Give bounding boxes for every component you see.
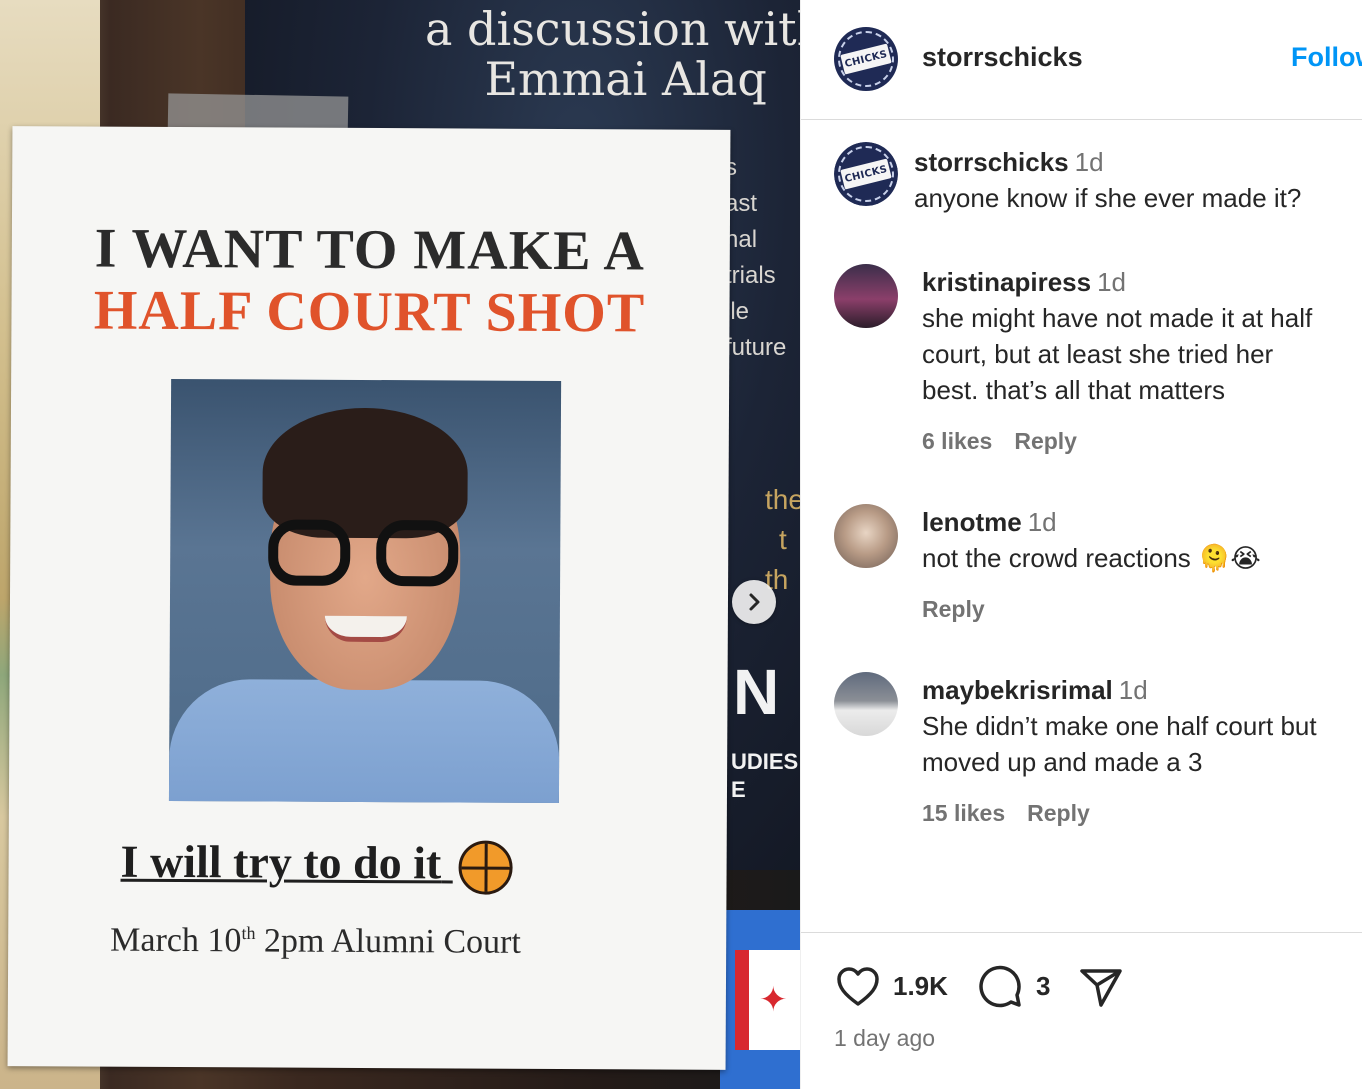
flyer-date-suffix: th [241, 923, 256, 944]
maple-leaf-icon: ✦ [759, 981, 788, 1019]
comment-header: maybekrisrimal 1d [922, 672, 1148, 708]
comment-text: not the crowd reactions 🫠😭 [922, 543, 1261, 573]
post-image[interactable]: a discussion with Emmai Alaq s ast nal t… [0, 0, 800, 1089]
heart-icon[interactable] [834, 963, 882, 1011]
poster-gold-text: the t th [765, 480, 800, 600]
comment-text: She didn’t make one half court but [922, 711, 1317, 741]
flyer-date-line: March 10th 2pm Alumni Court [110, 922, 521, 962]
comment-time[interactable]: 1d [1119, 675, 1148, 705]
flyer-heading-line2: HALF COURT SHOT [93, 279, 646, 345]
comment-text: anyone know if she ever made it? [914, 183, 1302, 213]
poster-side-line: trials [725, 262, 776, 289]
likes-count[interactable]: 1.9K [893, 971, 948, 1002]
post-sidebar: CHICKS storrschicks Follow CHICKS storrs… [800, 0, 1362, 1089]
comment-body: storrschicks 1d [914, 144, 1104, 180]
post-timestamp[interactable]: 1 day ago [834, 1025, 935, 1052]
comment-text: moved up and made a 3 [922, 747, 1203, 777]
poster-side-line: nal [725, 226, 758, 253]
post-actions-footer: 1.9K 3 1 day ago [801, 932, 1362, 1089]
reply-button[interactable]: Reply [922, 596, 985, 622]
comment-header: lenotme 1d [922, 504, 1057, 540]
poster-footer-text: UDIES E [731, 748, 798, 804]
flyer-try-line: I will try to do it [120, 835, 513, 896]
poster-side-text: s ast nal trials ile future [725, 150, 786, 366]
poster-side-line: s [725, 154, 737, 181]
comment-username[interactable]: storrschicks [914, 147, 1069, 177]
avatar[interactable]: CHICKS [834, 142, 898, 206]
comment-username[interactable]: kristinapiress [922, 267, 1091, 297]
basketball-icon [458, 840, 513, 896]
portrait-shirt [168, 678, 560, 803]
avatar[interactable]: CHICKS [834, 27, 898, 91]
comment-username[interactable]: maybekrisrimal [922, 675, 1113, 705]
comment-username[interactable]: lenotme [922, 507, 1022, 537]
comments-count[interactable]: 3 [1036, 971, 1050, 1002]
comment-actions: Reply [922, 596, 985, 623]
avatar-logo: CHICKS [834, 142, 898, 206]
poster-headline-line2: Emmai Alaq [484, 52, 767, 106]
poster-gold-line: t [779, 524, 787, 555]
comment-text: best. that’s all that matters [922, 375, 1225, 405]
poster-big-letters: N [733, 656, 780, 728]
comment-actions: 6 likes Reply [922, 428, 1077, 455]
portrait-glasses-left [268, 519, 351, 586]
comment-text: she might have not made it at half [922, 303, 1313, 333]
comment-likes[interactable]: 6 likes [922, 428, 992, 454]
follow-button[interactable]: Follow [1291, 42, 1362, 73]
avatar[interactable] [834, 504, 898, 568]
flyer-time-location: 2pm Alumni Court [255, 922, 521, 961]
poster-footer-line: UDIES [731, 749, 799, 774]
comment-time[interactable]: 1d [1075, 147, 1104, 177]
poster-gold-line: the [765, 484, 800, 515]
comment-icon[interactable] [976, 963, 1024, 1011]
comment-actions: 15 likes Reply [922, 800, 1090, 827]
flyer-portrait-photo [168, 378, 562, 803]
poster-headline-line1: a discussion with [425, 2, 800, 56]
comment-text: court, but at least she tried her [922, 339, 1274, 369]
reply-button[interactable]: Reply [1027, 800, 1090, 826]
flyer: I WANT TO MAKE A HALF COURT SHOT I will … [7, 126, 731, 1070]
post-header: CHICKS storrschicks Follow [801, 0, 1362, 120]
comment-likes[interactable]: 15 likes [922, 800, 1005, 826]
header-username[interactable]: storrschicks [922, 42, 1083, 73]
canada-flag: ✦ [735, 950, 800, 1050]
poster-side-line: ile [725, 298, 750, 325]
comment-header: kristinapiress 1d [922, 264, 1126, 300]
share-icon[interactable] [1077, 963, 1125, 1011]
portrait-glasses-right [376, 520, 459, 587]
poster-footer-line: E [731, 777, 746, 802]
comment-time[interactable]: 1d [1028, 507, 1057, 537]
comment-time[interactable]: 1d [1097, 267, 1126, 297]
reply-button[interactable]: Reply [1014, 428, 1077, 454]
chevron-right-icon [749, 593, 760, 611]
poster-side-line: future [725, 334, 787, 361]
poster-side-line: ast [725, 190, 758, 217]
avatar[interactable] [834, 264, 898, 328]
flyer-date: March 10 [110, 921, 242, 960]
flyer-heading-line1: I WANT TO MAKE A [94, 217, 646, 283]
next-image-button[interactable] [732, 580, 776, 624]
avatar[interactable] [834, 672, 898, 736]
flyer-try-text: I will try to do it [120, 835, 442, 889]
poster-headline: a discussion with Emmai Alaq [425, 4, 800, 104]
